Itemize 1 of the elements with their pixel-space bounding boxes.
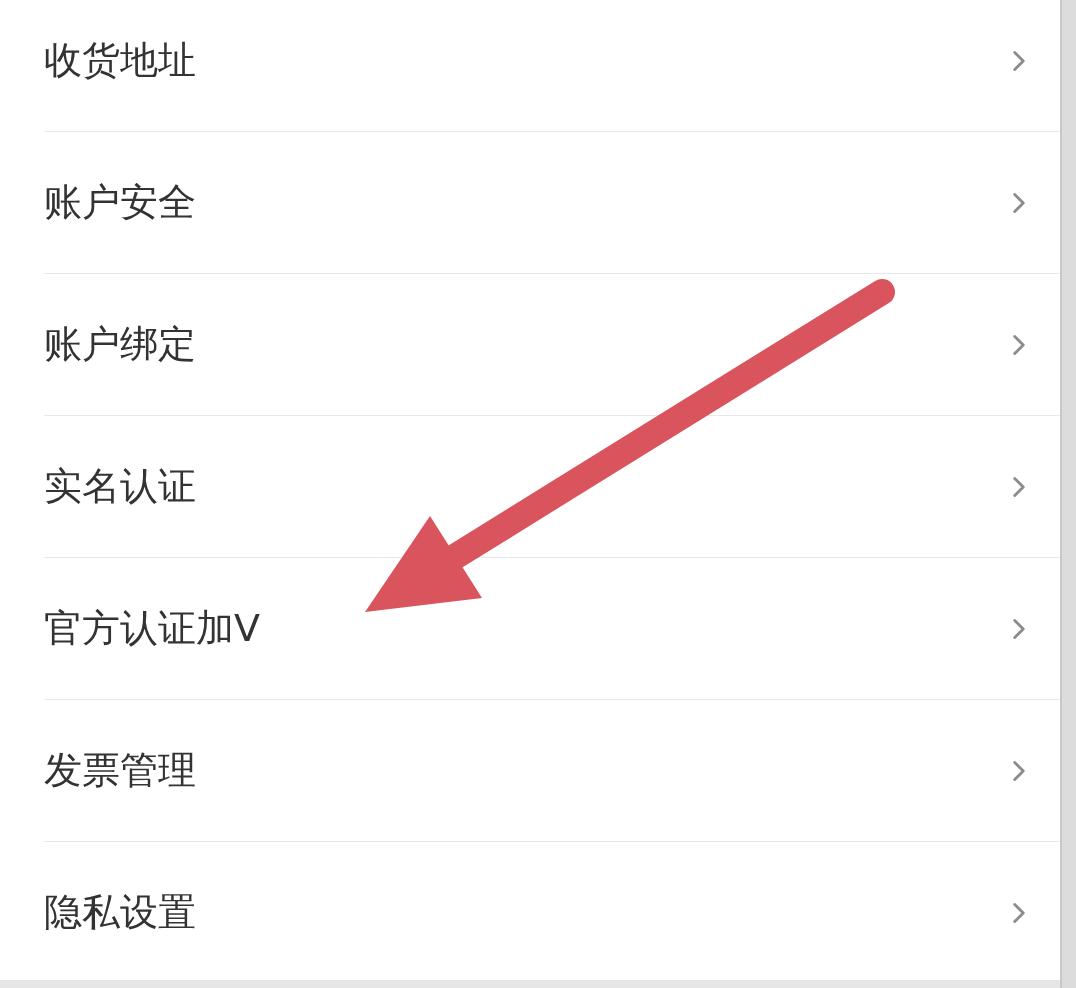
menu-item[interactable]: 隐私设置 (44, 842, 1060, 983)
